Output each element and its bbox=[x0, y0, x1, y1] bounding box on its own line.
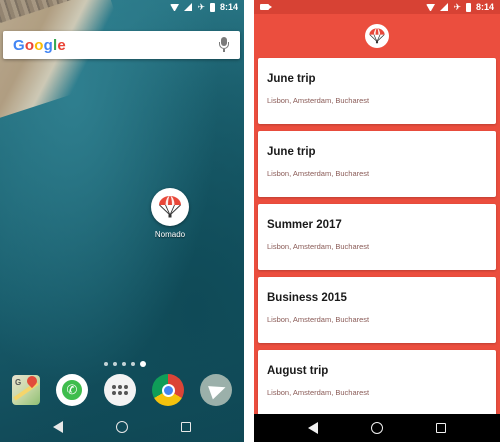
parachute-icon bbox=[365, 24, 389, 48]
parachute-icon bbox=[151, 188, 189, 226]
page-dot-active bbox=[140, 361, 146, 367]
wifi-icon bbox=[170, 3, 180, 11]
dock: G ✆ bbox=[0, 373, 244, 407]
app-shortcut-nomado[interactable]: Nomado bbox=[146, 188, 194, 239]
trip-cities: Lisbon, Amsterdam, Bucharest bbox=[267, 169, 370, 178]
signal-icon bbox=[440, 3, 449, 11]
wallpaper-beach bbox=[0, 0, 135, 121]
google-search-bar[interactable]: Google bbox=[3, 31, 240, 59]
maps-icon[interactable]: G bbox=[12, 375, 40, 405]
page-dot bbox=[104, 362, 108, 366]
home-icon[interactable] bbox=[115, 421, 128, 433]
signal-icon bbox=[184, 3, 193, 11]
trip-card[interactable]: August trip Lisbon, Amsterdam, Bucharest bbox=[258, 350, 496, 416]
trip-cities: Lisbon, Amsterdam, Bucharest bbox=[267, 315, 370, 324]
trip-title: Summer 2017 bbox=[267, 219, 342, 231]
airplane-icon: ✈ bbox=[453, 1, 461, 12]
battery-icon bbox=[465, 2, 471, 12]
trip-card[interactable]: Business 2015 Lisbon, Amsterdam, Buchare… bbox=[258, 277, 496, 343]
trip-title: June trip bbox=[267, 146, 316, 158]
airplane-icon: ✈ bbox=[197, 1, 205, 12]
trip-title: June trip bbox=[267, 73, 316, 85]
chrome-icon[interactable] bbox=[152, 374, 184, 406]
trip-title: August trip bbox=[267, 365, 329, 377]
navigation-bar bbox=[254, 414, 500, 442]
telegram-icon[interactable] bbox=[200, 374, 232, 406]
trip-cities: Lisbon, Amsterdam, Bucharest bbox=[267, 242, 370, 251]
screenshot-composite: ✈ 8:14 Google Nomado G ✆ ✈ 8:14 June tri… bbox=[0, 0, 500, 442]
home-screen: ✈ 8:14 Google Nomado G ✆ bbox=[0, 0, 244, 442]
battery-icon bbox=[209, 2, 215, 12]
trip-title: Business 2015 bbox=[267, 292, 347, 304]
trip-card[interactable]: June trip Lisbon, Amsterdam, Bucharest bbox=[258, 58, 496, 124]
page-dot bbox=[113, 362, 117, 366]
status-bar: ✈ 8:14 bbox=[254, 0, 500, 14]
navigation-bar bbox=[0, 412, 244, 442]
app-header bbox=[254, 14, 500, 58]
status-time: 8:14 bbox=[475, 2, 494, 12]
page-dot bbox=[122, 362, 126, 366]
page-dot bbox=[131, 362, 135, 366]
status-bar: ✈ 8:14 bbox=[0, 0, 244, 14]
page-indicator bbox=[104, 361, 146, 367]
video-icon bbox=[260, 4, 272, 10]
google-logo: Google bbox=[13, 36, 66, 54]
trip-cities: Lisbon, Amsterdam, Bucharest bbox=[267, 96, 370, 105]
home-icon[interactable] bbox=[370, 422, 383, 434]
back-icon[interactable] bbox=[52, 421, 63, 433]
whatsapp-icon[interactable]: ✆ bbox=[56, 374, 88, 406]
back-icon[interactable] bbox=[308, 422, 319, 434]
recents-icon[interactable] bbox=[181, 422, 192, 432]
wifi-icon bbox=[426, 3, 436, 11]
microphone-icon[interactable] bbox=[218, 37, 230, 53]
app-shortcut-label: Nomado bbox=[154, 230, 186, 239]
trip-cities: Lisbon, Amsterdam, Bucharest bbox=[267, 388, 370, 397]
trip-card[interactable]: June trip Lisbon, Amsterdam, Bucharest bbox=[258, 131, 496, 197]
status-time: 8:14 bbox=[219, 2, 238, 12]
nomado-app-screen: ✈ 8:14 June trip Lisbon, Amsterdam, Buch… bbox=[254, 0, 500, 442]
trip-card[interactable]: Summer 2017 Lisbon, Amsterdam, Bucharest bbox=[258, 204, 496, 270]
apps-grid-icon[interactable] bbox=[104, 374, 136, 406]
divider bbox=[244, 0, 254, 442]
recents-icon[interactable] bbox=[435, 423, 446, 433]
trip-list: June trip Lisbon, Amsterdam, Bucharest J… bbox=[258, 58, 496, 423]
